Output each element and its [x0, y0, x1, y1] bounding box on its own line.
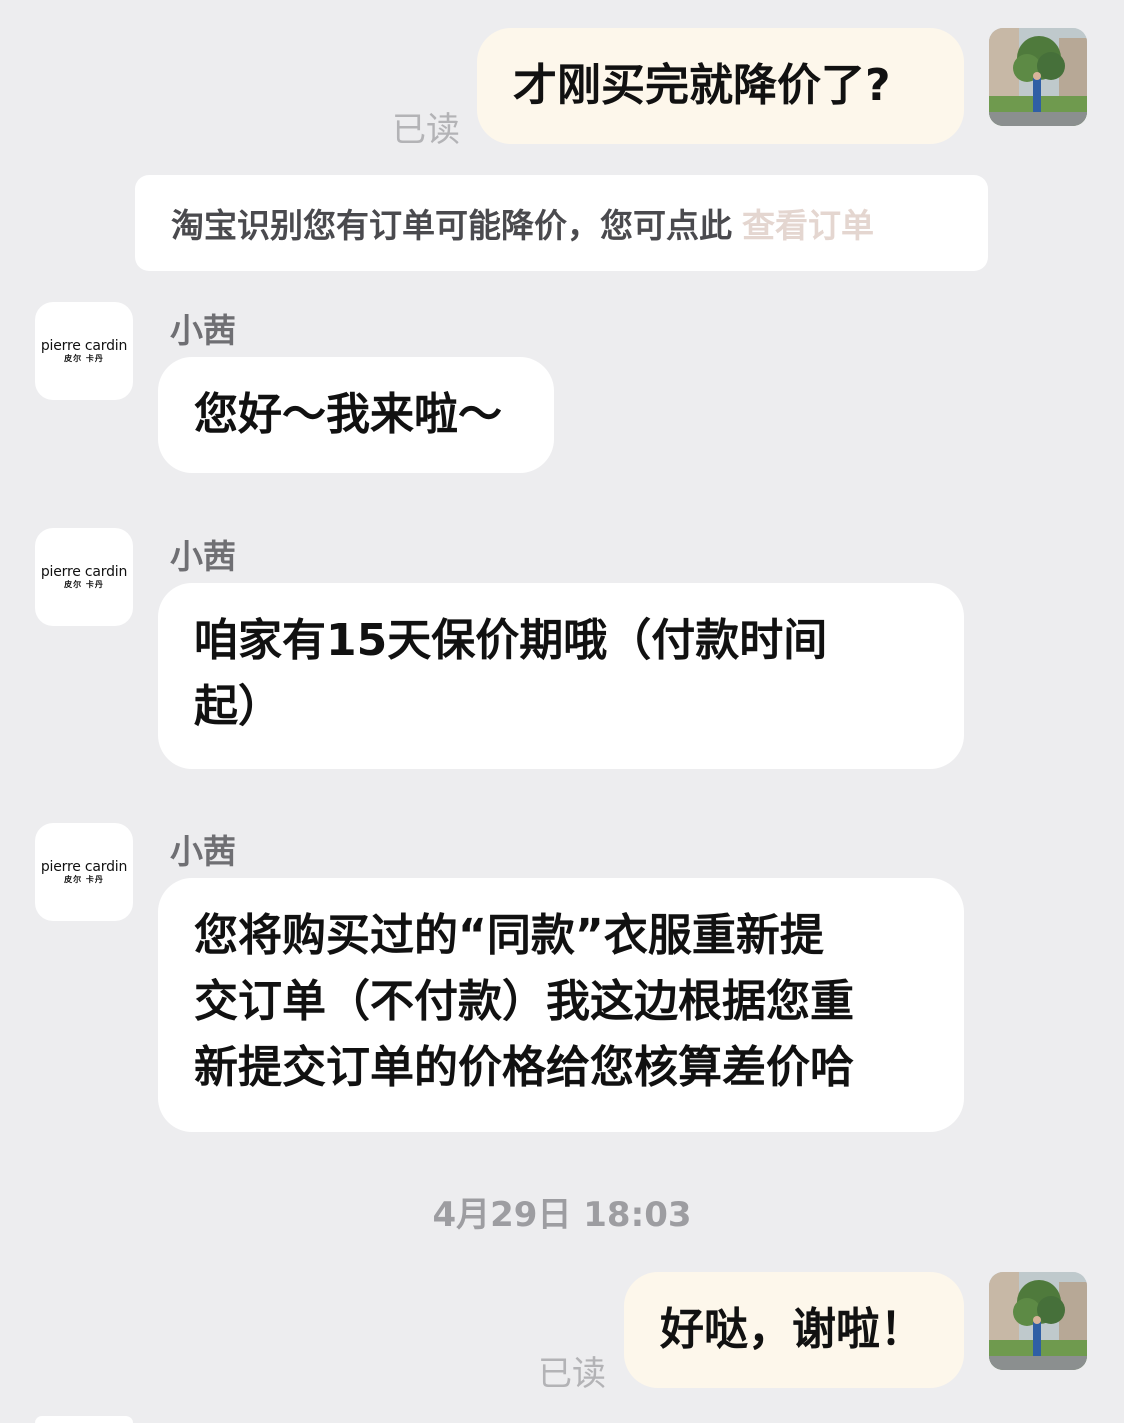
message-bubble-incoming[interactable]: 咱家有15天保价期哦（付款时间 起） — [158, 583, 964, 769]
message-bubble-outgoing[interactable]: 好哒，谢啦！ — [624, 1272, 964, 1388]
view-order-link[interactable]: 查看订单 — [742, 199, 874, 247]
sender-name: 小茜 — [170, 832, 236, 871]
message-text: 好哒，谢啦！ — [660, 1304, 924, 1355]
message-text-line: 您将购买过的“同款”衣服重新提 — [194, 910, 824, 961]
user-avatar[interactable] — [989, 28, 1087, 126]
notice-text: 淘宝识别您有订单可能降价，您可点此 — [171, 206, 732, 245]
shop-avatar[interactable]: pierre cardin 皮尔 卡丹 — [35, 302, 133, 400]
user-avatar[interactable] — [989, 1272, 1087, 1370]
sender-name: 小茜 — [170, 537, 236, 576]
brand-logo-subtext: 皮尔 卡丹 — [64, 875, 104, 884]
timestamp: 4月29日 18:03 — [432, 1195, 692, 1235]
message-text: 才刚买完就降价了? — [513, 60, 891, 111]
read-status: 已读 — [538, 1354, 606, 1394]
read-status: 已读 — [392, 110, 460, 150]
shop-avatar[interactable]: pierre cardin 皮尔 卡丹 — [35, 823, 133, 921]
message-text: 您好～我来啦～ — [194, 389, 502, 440]
price-drop-notice: 淘宝识别您有订单可能降价，您可点此 查看订单 — [135, 175, 988, 271]
brand-logo-text: pierre cardin — [40, 564, 128, 580]
partial-avatar — [35, 1416, 133, 1423]
message-bubble-incoming[interactable]: 您好～我来啦～ — [158, 357, 554, 473]
message-text-line: 起） — [194, 681, 282, 732]
user-photo-icon — [989, 1272, 1087, 1370]
message-bubble-outgoing[interactable]: 才刚买完就降价了? — [477, 28, 964, 144]
sender-name: 小茜 — [170, 311, 236, 350]
message-text-line: 新提交订单的价格给您核算差价哈 — [194, 1042, 854, 1093]
brand-logo-text: pierre cardin — [40, 338, 128, 354]
brand-logo-subtext: 皮尔 卡丹 — [64, 354, 104, 363]
message-text-line: 咱家有15天保价期哦（付款时间 — [194, 615, 828, 666]
user-photo-icon — [989, 28, 1087, 126]
shop-avatar[interactable]: pierre cardin 皮尔 卡丹 — [35, 528, 133, 626]
message-bubble-incoming[interactable]: 您将购买过的“同款”衣服重新提 交订单（不付款）我这边根据您重 新提交订单的价格… — [158, 878, 964, 1132]
message-text-line: 交订单（不付款）我这边根据您重 — [194, 976, 854, 1027]
brand-logo-text: pierre cardin — [40, 859, 128, 875]
brand-logo-subtext: 皮尔 卡丹 — [64, 580, 104, 589]
